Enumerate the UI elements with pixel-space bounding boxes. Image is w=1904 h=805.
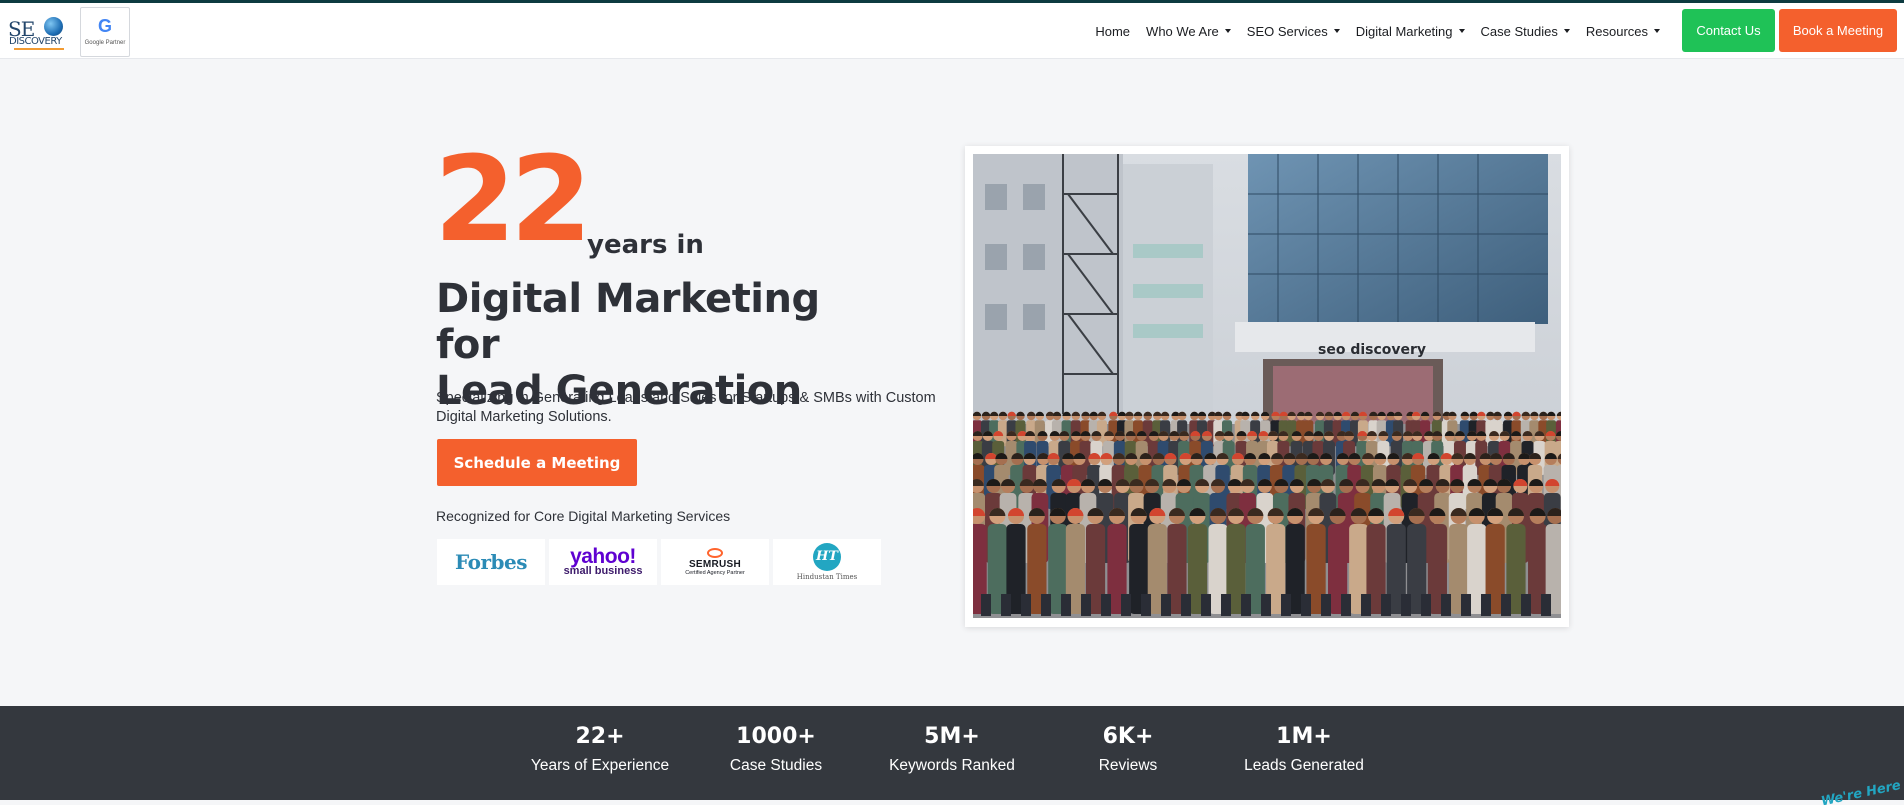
nav-who-we-are[interactable]: Who We Are — [1138, 24, 1239, 39]
stat-value: 5M+ — [924, 724, 980, 749]
ht-logo-icon: HT — [813, 542, 841, 571]
stats-bar: 22+ Years of Experience 1000+ Case Studi… — [0, 706, 1904, 800]
nav-home-label: Home — [1095, 23, 1131, 39]
nav-digital-marketing[interactable]: Digital Marketing — [1348, 24, 1473, 39]
stat-label: Case Studies — [729, 757, 823, 774]
google-partner-label: Google Partner — [84, 40, 126, 46]
forbes-logo: Forbes — [455, 550, 527, 574]
stat-value: 6K+ — [1102, 724, 1154, 749]
semrush-badge: SEMRUSH Certified Agency Partner — [661, 539, 769, 585]
logo-tagline-strip — [14, 48, 64, 50]
caret-down-icon — [1458, 29, 1465, 33]
headline-line-1: Digital Marketing for — [436, 276, 820, 368]
logo-subtitle: DISCOVERY — [9, 36, 62, 47]
hero-subtext: Specializing in Generating Leads and Sal… — [436, 390, 936, 425]
stat-label: Years of Experience — [530, 757, 670, 774]
nav-case-studies[interactable]: Case Studies — [1473, 24, 1578, 39]
caret-down-icon — [1333, 29, 1340, 33]
ht-name: Hindustan Times — [796, 572, 858, 581]
nav-home[interactable]: Home — [1087, 24, 1138, 39]
nav-digital-marketing-label: Digital Marketing — [1355, 23, 1453, 39]
schedule-meeting-button[interactable]: Schedule a Meeting — [437, 439, 637, 486]
yahoo-small-business: small business — [563, 564, 643, 577]
yahoo-logo: yahoo! — [570, 544, 636, 568]
team-photo-frame: seo discovery — [965, 146, 1569, 627]
main-nav: Home Who We Are SEO Services Digital Mar… — [1087, 3, 1668, 59]
stat-case-studies: 1000+ Case Studies — [696, 723, 856, 776]
caret-down-icon — [1563, 29, 1570, 33]
caret-down-icon — [1654, 29, 1660, 33]
stat-leads: 1M+ Leads Generated — [1224, 723, 1384, 776]
stat-value: 22+ — [575, 724, 625, 749]
stat-reviews: 6K+ Reviews — [1048, 723, 1208, 776]
nav-who-we-are-label: Who We Are — [1146, 23, 1219, 39]
semrush-logo: SEMRUSH — [688, 558, 742, 570]
semrush-flame-icon — [707, 547, 723, 558]
book-meeting-button[interactable]: Book a Meeting — [1779, 9, 1897, 52]
hindustan-times-badge: HT Hindustan Times — [773, 539, 881, 585]
semrush-certified-label: Certified Agency Partner — [685, 569, 745, 576]
site-header: SE DISCOVERY G Google Partner Home Who W… — [0, 3, 1904, 59]
nav-resources[interactable]: Resources — [1578, 24, 1668, 39]
team-photo: seo discovery — [973, 154, 1561, 618]
yahoo-badge: yahoo! small business — [549, 539, 657, 585]
stat-value: 1M+ — [1276, 724, 1332, 749]
forbes-badge: Forbes — [437, 539, 545, 585]
google-partner-badge: G Google Partner — [80, 7, 130, 57]
stat-label: Leads Generated — [1244, 757, 1364, 774]
stat-keywords: 5M+ Keywords Ranked — [872, 723, 1032, 776]
recognition-badges: Forbes yahoo! small business SEMRUSH Cer… — [437, 539, 881, 585]
globe-icon — [44, 17, 63, 36]
caret-down-icon — [1224, 29, 1231, 33]
nav-resources-label: Resources — [1585, 23, 1648, 39]
stat-value: 1000+ — [736, 724, 816, 749]
recognized-text: Recognized for Core Digital Marketing Se… — [436, 508, 731, 524]
years-number: 22 — [434, 130, 592, 268]
nav-case-studies-label: Case Studies — [1480, 23, 1558, 39]
photo-sign-text: seo discovery — [1318, 342, 1426, 358]
nav-seo-services[interactable]: SEO Services — [1239, 24, 1348, 39]
stat-label: Keywords Ranked — [889, 757, 1015, 774]
team-photo-illustration: seo discovery — [973, 154, 1561, 618]
years-in-text: years in — [587, 230, 704, 260]
stat-years: 22+ Years of Experience — [520, 723, 680, 776]
seo-discovery-logo[interactable]: SE DISCOVERY — [8, 11, 66, 53]
contact-us-button[interactable]: Contact Us — [1682, 9, 1775, 52]
stat-label: Reviews — [1098, 757, 1158, 774]
nav-seo-services-label: SEO Services — [1246, 23, 1328, 39]
google-g-icon: G — [97, 16, 112, 36]
